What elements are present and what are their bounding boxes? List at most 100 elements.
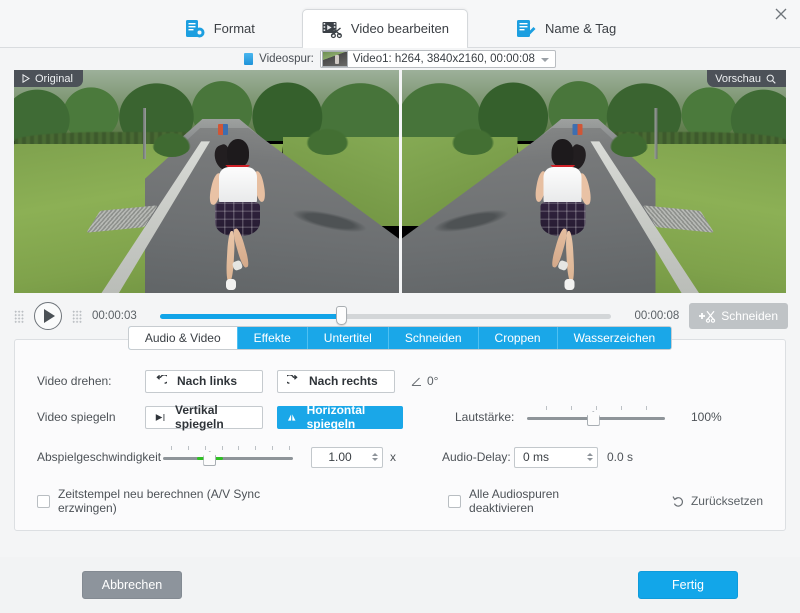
checkbox-box[interactable]: [37, 494, 50, 508]
audio-delay-stepper-arrows[interactable]: [583, 448, 597, 467]
speed-ticks: [163, 446, 293, 451]
recalc-timestamps-label: Zeitstempel neu berechnen (A/V Sync erzw…: [58, 487, 261, 515]
speed-track: [163, 457, 293, 460]
rotate-angle: 0°: [411, 374, 438, 388]
main-tabs: Format Video bearbeiten Name & Tag: [0, 7, 800, 48]
format-gear-icon: [184, 18, 206, 40]
speed-value: 1.00: [328, 450, 352, 464]
speed-stepper[interactable]: 1.00: [311, 446, 383, 468]
tab-video-bearbeiten-label: Video bearbeiten: [350, 21, 449, 36]
rotate-left-button[interactable]: Nach links: [145, 369, 263, 393]
flip-horizontal-icon: [287, 413, 296, 421]
speed-slider[interactable]: [163, 446, 293, 468]
grip-dots-left-icon: [14, 309, 24, 323]
magnifier-icon: [766, 74, 776, 84]
rotate-angle-value: 0°: [427, 374, 439, 388]
tab-format[interactable]: Format: [165, 9, 274, 47]
flip-vertical-label: Vertikal spiegeln: [175, 403, 224, 431]
preview-badge[interactable]: Vorschau: [707, 70, 786, 87]
subtab-untertitel[interactable]: Untertitel: [307, 327, 389, 349]
original-video-frame: [14, 70, 399, 293]
cut-button-label: Schneiden: [721, 309, 778, 323]
audio-delay-seconds: 0.0 s: [607, 450, 634, 464]
flip-volume-row: Video spiegeln Vertikal spiegeln Horizon…: [37, 402, 763, 432]
rotate-cw-icon: [287, 375, 298, 384]
disable-audio-tracks-checkbox[interactable]: Alle Audiospuren deaktivieren: [448, 487, 612, 515]
flip-vertical-button[interactable]: Vertikal spiegeln: [145, 403, 263, 431]
tab-format-label: Format: [213, 21, 255, 36]
audio-delay-stepper[interactable]: 0 ms: [514, 446, 598, 468]
flip-label: Video spiegeln: [37, 410, 116, 424]
options-row: Zeitstempel neu berechnen (A/V Sync erzw…: [37, 486, 763, 516]
pencil-document-icon: [515, 18, 537, 40]
disable-audio-tracks-label: Alle Audiospuren deaktivieren: [469, 487, 560, 515]
subtab-wasserzeichen[interactable]: Wasserzeichen: [557, 327, 672, 349]
original-badge[interactable]: Original: [14, 70, 83, 87]
video-track-select[interactable]: Video1: h264, 3840x2160, 00:00:08: [319, 50, 556, 68]
rotate-row: Video drehen: Nach links Nach rechts 0°: [37, 366, 763, 396]
footer-bar: Abbrechen Fertig: [0, 557, 800, 613]
speed-delay-row: Abspielgeschwindigkeit 1.00 x Audio-Dela…: [37, 442, 763, 472]
flip-horizontal-button[interactable]: Horizontal spiegeln: [277, 403, 403, 431]
current-time: 00:00:03: [92, 310, 137, 322]
flip-horizontal-label: Horizontal spiegeln: [306, 403, 366, 431]
reset-button[interactable]: Zurücksetzen: [672, 494, 763, 508]
subtab-croppen[interactable]: Croppen: [478, 327, 558, 349]
original-preview[interactable]: Original: [14, 70, 399, 293]
video-track-thumbnail: [321, 51, 348, 67]
video-track-label: Videospur:: [259, 53, 314, 65]
video-editor-window: Format Video bearbeiten Name & Tag Video…: [0, 0, 800, 613]
volume-label: Lautstärke:: [455, 410, 515, 424]
play-icon: [44, 309, 55, 323]
audio-video-settings: Video drehen: Nach links Nach rechts 0° …: [15, 340, 785, 526]
subtab-effekte[interactable]: Effekte: [237, 327, 308, 349]
grip-dots-right-icon: [72, 309, 82, 323]
volume-ticks: [527, 406, 665, 411]
volume-value: 100%: [691, 410, 722, 424]
subtab-audio-video[interactable]: Audio & Video: [128, 327, 238, 349]
subtab-schneiden[interactable]: Schneiden: [388, 327, 479, 349]
seek-slider[interactable]: [160, 306, 612, 325]
plus-scissors-icon: [699, 310, 716, 323]
preview-area: Original Vorschau: [14, 70, 786, 293]
reset-icon: [672, 495, 683, 507]
seek-handle[interactable]: [335, 306, 347, 325]
speed-stepper-arrows[interactable]: [368, 448, 382, 467]
window-header: Format Video bearbeiten Name & Tag: [0, 0, 800, 48]
reset-label: Zurücksetzen: [690, 494, 763, 508]
preview-badge-label: Vorschau: [715, 72, 761, 85]
preview-output[interactable]: Vorschau: [401, 70, 786, 293]
volume-slider[interactable]: [527, 406, 665, 428]
tab-name-tag[interactable]: Name & Tag: [496, 9, 635, 47]
edit-panel: Audio & Video Effekte Untertitel Schneid…: [14, 326, 786, 531]
original-badge-label: Original: [35, 72, 73, 85]
rotate-ccw-icon: [156, 375, 167, 384]
angle-icon: [411, 377, 421, 386]
recalc-timestamps-checkbox[interactable]: Zeitstempel neu berechnen (A/V Sync erzw…: [37, 487, 298, 515]
video-track-icon: [244, 53, 254, 65]
film-scissors-icon: [321, 18, 343, 40]
rotate-left-label: Nach links: [177, 374, 238, 388]
speed-handle[interactable]: [203, 451, 217, 466]
total-time: 00:00:08: [634, 310, 680, 322]
play-triangle-icon: [22, 74, 30, 83]
seek-progress: [160, 313, 341, 319]
rotate-right-button[interactable]: Nach rechts: [277, 369, 395, 393]
rotate-right-label: Nach rechts: [309, 374, 378, 388]
audio-delay-value: 0 ms: [523, 450, 550, 464]
rotate-label: Video drehen:: [37, 374, 112, 388]
cancel-button[interactable]: Abbrechen: [82, 571, 182, 599]
video-track-bar: Videospur: Video1: h264, 3840x2160, 00:0…: [0, 48, 800, 70]
tab-name-tag-label: Name & Tag: [544, 21, 617, 36]
edit-subtabs: Audio & Video Effekte Untertitel Schneid…: [15, 326, 785, 350]
video-track-selected-value: Video1: h264, 3840x2160, 00:00:08: [352, 53, 535, 65]
preview-video-frame: [401, 70, 786, 293]
audio-delay-label: Audio-Delay:: [442, 450, 511, 464]
volume-handle[interactable]: [586, 411, 600, 426]
checkbox-box[interactable]: [448, 494, 462, 508]
done-button[interactable]: Fertig: [638, 571, 738, 599]
flip-vertical-icon: [155, 413, 165, 421]
speed-label: Abspielgeschwindigkeit: [37, 450, 162, 464]
chevron-down-icon[interactable]: [540, 58, 549, 62]
tab-video-bearbeiten[interactable]: Video bearbeiten: [301, 9, 468, 48]
